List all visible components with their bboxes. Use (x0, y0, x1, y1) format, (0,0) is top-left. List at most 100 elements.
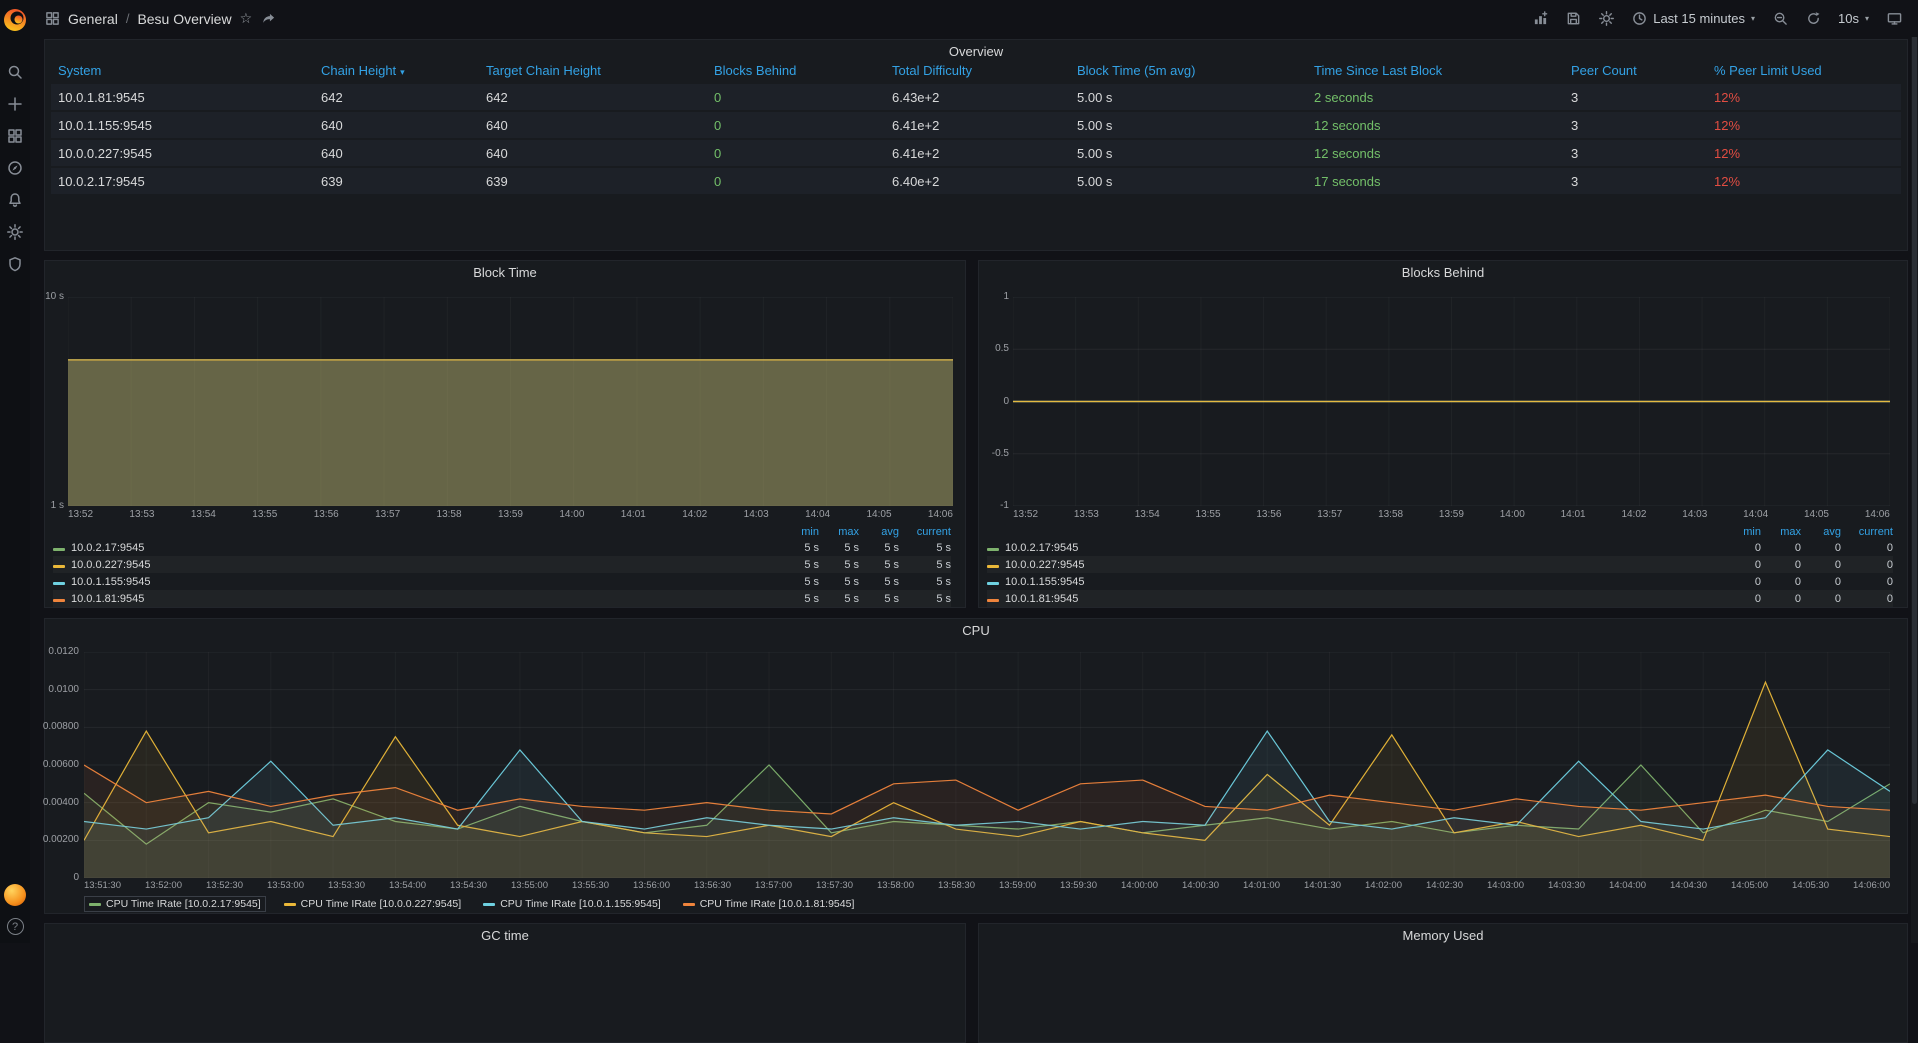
series-name[interactable]: 10.0.1.155:9545 (71, 576, 779, 588)
refresh-interval-dropdown[interactable]: 10s ▾ (1838, 11, 1869, 26)
panel-title[interactable]: Block Time (45, 261, 965, 283)
legend-row: 10.0.0.227:9545 0 0 0 0 (987, 556, 1893, 573)
blocks-behind-cell: 0 (707, 146, 885, 161)
series-name: CPU Time IRate [10.0.1.155:9545] (500, 898, 661, 910)
table-row: 10.0.1.155:9545 640 640 0 6.41e+2 5.00 s… (51, 112, 1901, 138)
dashboard-grid: Overview System Chain Height▾ Target Cha… (30, 37, 1918, 943)
col-target-chain-height[interactable]: Target Chain Height (479, 63, 707, 78)
grafana-logo-icon[interactable] (3, 8, 27, 32)
panel-title[interactable]: CPU (45, 619, 1907, 641)
series-color-marker (53, 599, 65, 602)
tick-label: 13:55:00 (511, 880, 548, 892)
block-time-chart[interactable] (68, 297, 953, 506)
save-dashboard-icon[interactable] (1565, 11, 1581, 27)
tick-label: 13:58 (437, 509, 462, 522)
col-peer-count[interactable]: Peer Count (1564, 63, 1707, 78)
series-name[interactable]: 10.0.1.81:9545 (1005, 593, 1721, 605)
tick-label: 14:02 (682, 509, 707, 522)
help-icon[interactable]: ? (7, 918, 24, 935)
col-system[interactable]: System (51, 63, 314, 78)
admin-shield-icon[interactable] (7, 256, 23, 272)
dashboard-settings-gear-icon[interactable] (1598, 11, 1614, 27)
legend-row: 10.0.2.17:9545 0 0 0 0 (987, 539, 1893, 556)
page-title[interactable]: Besu Overview (137, 11, 231, 27)
tick-label: 13:59:00 (999, 880, 1036, 892)
col-chain-height[interactable]: Chain Height▾ (314, 63, 479, 78)
tick-label: 13:53 (1074, 509, 1099, 522)
zoom-out-icon[interactable] (1772, 11, 1788, 27)
since-last-cell: 12 seconds (1307, 118, 1564, 133)
alerting-bell-icon[interactable] (7, 192, 23, 208)
chain-height-cell: 640 (314, 118, 479, 133)
breadcrumb-section[interactable]: General (68, 11, 118, 27)
legend-header: min max avg current (53, 525, 951, 539)
tick-label: 13:58:00 (877, 880, 914, 892)
target-height-cell: 639 (479, 174, 707, 189)
series-name[interactable]: 10.0.0.227:9545 (71, 559, 779, 571)
series-name[interactable]: 10.0.0.227:9545 (1005, 559, 1721, 571)
blocks-behind-chart[interactable] (1013, 297, 1890, 506)
share-dashboard-icon[interactable] (260, 11, 276, 27)
peer-limit-cell: 12% (1707, 118, 1901, 133)
legend: min max avg current 10.0.2.17:9545 5 s 5… (53, 525, 951, 607)
cycle-view-monitor-icon[interactable] (1886, 11, 1902, 27)
cpu-chart[interactable] (84, 652, 1890, 878)
col-blocks-behind[interactable]: Blocks Behind (707, 63, 885, 78)
col-time-since-last-block[interactable]: Time Since Last Block (1307, 63, 1564, 78)
vertical-scrollbar[interactable] (1911, 30, 1918, 943)
col-total-difficulty[interactable]: Total Difficulty (885, 63, 1070, 78)
since-last-cell: 2 seconds (1307, 90, 1564, 105)
scrollbar-thumb[interactable] (1912, 34, 1917, 804)
blocks-behind-cell: 0 (707, 90, 885, 105)
refresh-interval-label: 10s (1838, 11, 1859, 26)
legend-item[interactable]: CPU Time IRate [10.0.0.227:9545] (280, 897, 466, 911)
tick-label: 14:04:30 (1670, 880, 1707, 892)
tick-label: 14:02 (1621, 509, 1646, 522)
settings-gear-icon[interactable] (7, 224, 23, 240)
user-avatar[interactable] (4, 884, 26, 906)
system-cell: 10.0.0.227:9545 (51, 146, 314, 161)
refresh-icon[interactable] (1805, 11, 1821, 27)
series-color-marker (987, 548, 999, 551)
tick-label: 13:55:30 (572, 880, 609, 892)
series-name[interactable]: 10.0.1.155:9545 (1005, 576, 1721, 588)
sort-desc-icon: ▾ (400, 67, 405, 77)
time-range-label: Last 15 minutes (1653, 11, 1745, 26)
tick-label: 14:05:30 (1792, 880, 1829, 892)
since-last-cell: 12 seconds (1307, 146, 1564, 161)
tick-label: 13:52:00 (145, 880, 182, 892)
series-name[interactable]: 10.0.2.17:9545 (1005, 542, 1721, 554)
tick-label: 13:54:00 (389, 880, 426, 892)
dashboards-grid-icon[interactable] (7, 128, 23, 144)
tick-label: 13:52 (1013, 509, 1038, 522)
tick-label: 14:00 (559, 509, 584, 522)
series-color-marker (483, 903, 495, 906)
series-color-marker (284, 903, 296, 906)
legend-item[interactable]: CPU Time IRate [10.0.1.155:9545] (479, 897, 665, 911)
legend-header: min max avg current (987, 525, 1893, 539)
series-name[interactable]: 10.0.2.17:9545 (71, 542, 779, 554)
create-plus-icon[interactable] (7, 96, 23, 112)
explore-compass-icon[interactable] (7, 160, 23, 176)
add-panel-icon[interactable] (1532, 11, 1548, 27)
tick-label: 13:51:30 (84, 880, 121, 892)
tick-label: 14:02:30 (1426, 880, 1463, 892)
panel-cpu: CPU 0.01200.01000.008000.006000.004000.0… (44, 618, 1908, 914)
legend-item[interactable]: CPU Time IRate [10.0.1.81:9545] (679, 897, 859, 911)
col-peer-limit-used[interactable]: % Peer Limit Used (1707, 63, 1901, 78)
tick-label: 13:53:00 (267, 880, 304, 892)
star-dashboard-icon[interactable]: ☆ (240, 10, 253, 27)
chain-height-cell: 640 (314, 146, 479, 161)
legend-item[interactable]: CPU Time IRate [10.0.2.17:9545] (84, 896, 266, 912)
tick-label: 14:05 (866, 509, 891, 522)
series-name: CPU Time IRate [10.0.2.17:9545] (106, 898, 261, 910)
col-block-time[interactable]: Block Time (5m avg) (1070, 63, 1307, 78)
time-range-picker[interactable]: Last 15 minutes ▾ (1631, 11, 1755, 27)
series-name[interactable]: 10.0.1.81:9545 (71, 593, 779, 605)
series-color-marker (89, 903, 101, 906)
tick-label: 14:06 (1865, 509, 1890, 522)
table-row: 10.0.0.227:9545 640 640 0 6.41e+2 5.00 s… (51, 140, 1901, 166)
panel-title[interactable]: Blocks Behind (979, 261, 1907, 283)
legend-row: 10.0.1.155:9545 0 0 0 0 (987, 573, 1893, 590)
search-icon[interactable] (7, 64, 23, 80)
